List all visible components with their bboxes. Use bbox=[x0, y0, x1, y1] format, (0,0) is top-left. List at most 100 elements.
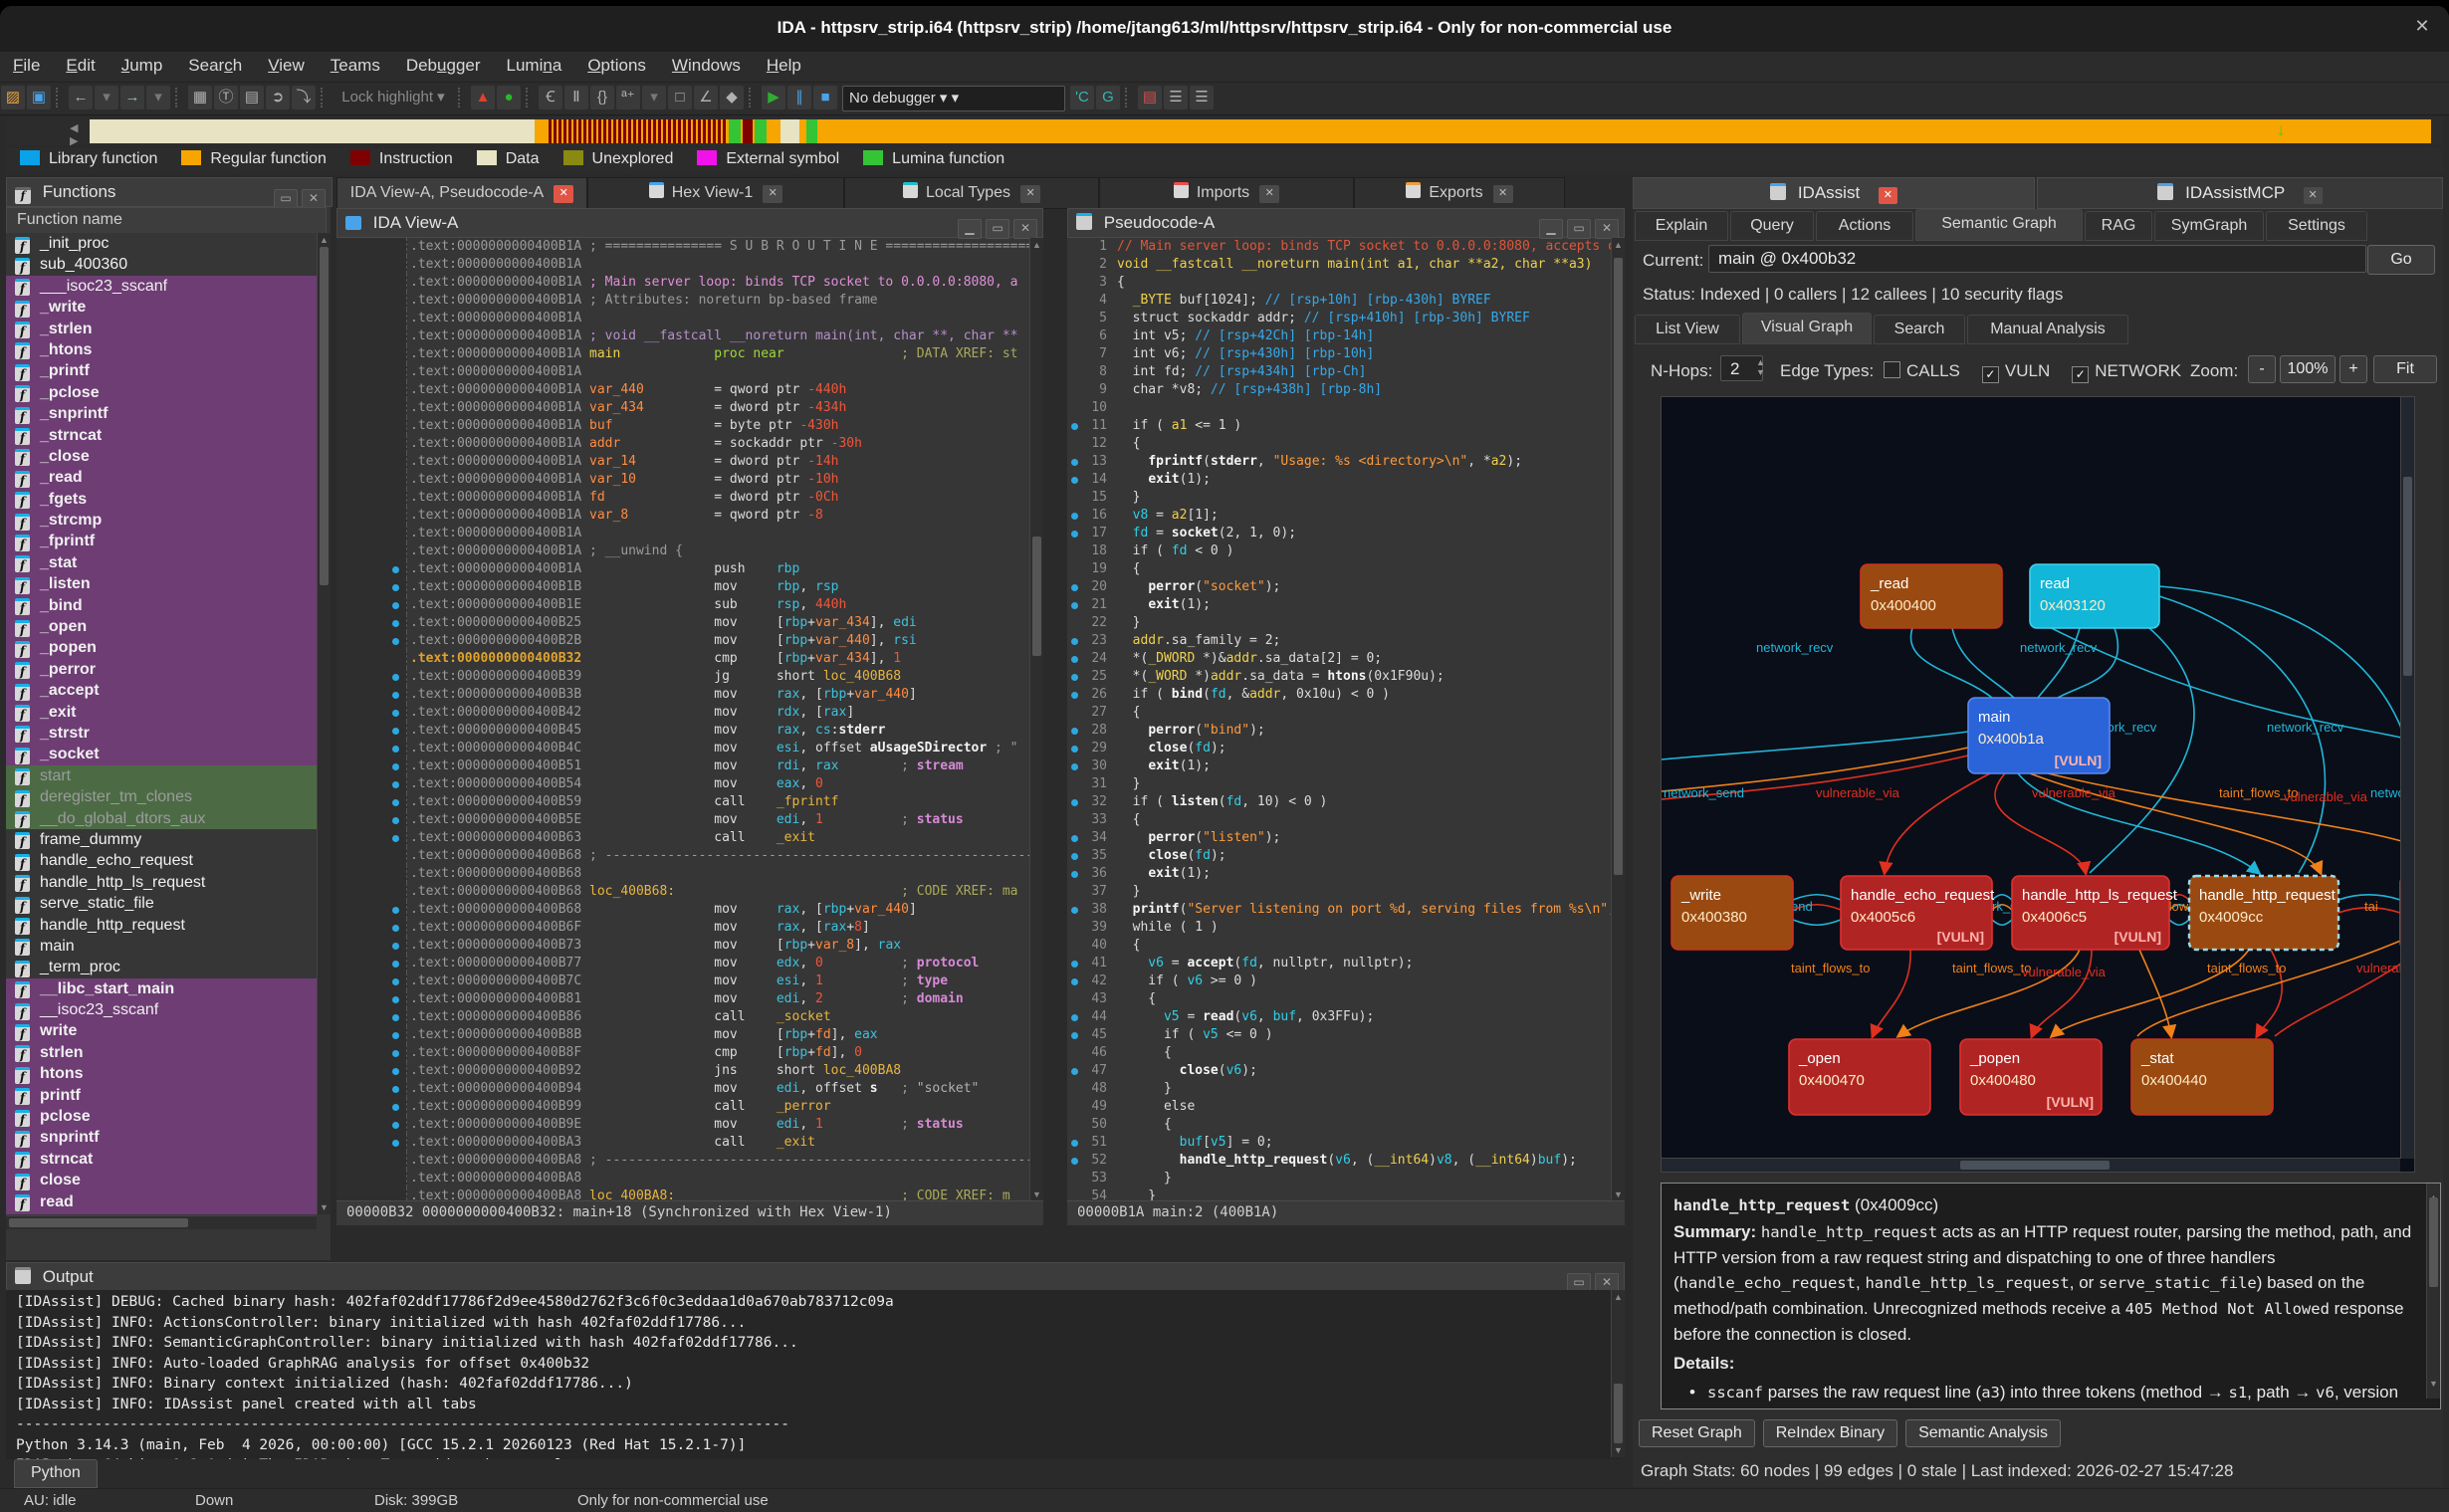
pseudocode-line[interactable]: 24 *(_DWORD *)&addr.sa_data[2] = 0; bbox=[1067, 650, 1611, 668]
asm-gutter[interactable] bbox=[336, 489, 407, 507]
asm-gutter[interactable] bbox=[336, 507, 407, 525]
pseudocode-line[interactable]: 27 { bbox=[1067, 704, 1611, 722]
asm-gutter[interactable] bbox=[336, 525, 407, 542]
asm-line[interactable]: .text:0000000000400B7C mov esi, 1 ; type bbox=[336, 972, 1029, 990]
asm-line[interactable]: .text:0000000000400B1A buf = byte ptr -4… bbox=[336, 417, 1029, 435]
asm-breakpoint-dot[interactable] bbox=[392, 710, 399, 717]
pseudocode-line[interactable]: 5 struct sockaddr addr; // [rsp+410h] [r… bbox=[1067, 310, 1611, 327]
asm-breakpoint-dot[interactable] bbox=[392, 763, 399, 770]
pseudocode-line[interactable]: 37 } bbox=[1067, 883, 1611, 901]
assist-tab-query[interactable]: Query bbox=[1730, 211, 1814, 241]
asm-gutter[interactable] bbox=[336, 811, 407, 829]
idassist-tab[interactable]: IDAssist ✕ bbox=[1633, 177, 2035, 209]
asm-line[interactable]: .text:0000000000400B81 mov edi, 2 ; doma… bbox=[336, 990, 1029, 1008]
pseudocode-line[interactable]: 32 if ( listen(fd, 10) < 0 ) bbox=[1067, 793, 1611, 811]
semantic-analysis-button[interactable]: Semantic Analysis bbox=[1905, 1419, 2061, 1447]
asm-breakpoint-dot[interactable] bbox=[392, 925, 399, 932]
graph-node-ls[interactable]: handle_http_ls_request0x4006c5[VULN] bbox=[2012, 876, 2178, 950]
asm-line[interactable]: .text:0000000000400B1A var_434 = dword p… bbox=[336, 399, 1029, 417]
pseudocode-line[interactable]: 25 *(_WORD *)addr.sa_data = htons(0x1F90… bbox=[1067, 668, 1611, 686]
asm-gutter[interactable] bbox=[336, 435, 407, 453]
pseudocode-line[interactable]: 15 } bbox=[1067, 489, 1611, 507]
pause-process-icon[interactable]: ∥ bbox=[787, 86, 811, 109]
asm-line[interactable]: .text:0000000000400B1A ; __unwind { bbox=[336, 542, 1029, 560]
attach-icon[interactable]: 'C bbox=[1070, 86, 1094, 109]
pseudocode-line[interactable]: 39 while ( 1 ) bbox=[1067, 919, 1611, 937]
asm-breakpoint-dot[interactable] bbox=[392, 1122, 399, 1129]
function-list-item[interactable]: f_bind bbox=[6, 595, 317, 616]
assist-tab-settings[interactable]: Settings bbox=[2266, 211, 2367, 241]
asm-line[interactable]: .text:0000000000400B1A bbox=[336, 525, 1029, 542]
pseudocode-line[interactable]: 43 { bbox=[1067, 990, 1611, 1008]
ida-view-close-icon[interactable]: ✕ bbox=[1013, 219, 1037, 239]
nhops-spin-icons[interactable]: ▲▼ bbox=[1756, 357, 1765, 377]
asm-breakpoint-dot[interactable] bbox=[392, 907, 399, 914]
idassist-tab-close-icon[interactable]: ✕ bbox=[1879, 187, 1897, 204]
asm-line[interactable]: .text:0000000000400B2B mov [rbp+var_440]… bbox=[336, 632, 1029, 650]
function-list-item[interactable]: f_strlen bbox=[6, 319, 317, 339]
menu-search[interactable]: Search bbox=[175, 52, 255, 80]
asm-line[interactable]: .text:0000000000400B68 ; ---------------… bbox=[336, 847, 1029, 865]
asm-gutter[interactable] bbox=[336, 865, 407, 883]
graph-hscrollbar[interactable] bbox=[1662, 1158, 2400, 1172]
asm-gutter[interactable] bbox=[336, 1044, 407, 1062]
asm-breakpoint-dot[interactable] bbox=[392, 602, 399, 609]
asm-gutter[interactable] bbox=[336, 310, 407, 327]
pseudocode-title[interactable]: Pseudocode-A ▁▭✕ bbox=[1067, 208, 1625, 238]
asm-line[interactable]: .text:0000000000400B68 bbox=[336, 865, 1029, 883]
asm-gutter[interactable] bbox=[336, 1026, 407, 1044]
asm-line[interactable]: .text:0000000000400B86 call _socket bbox=[336, 1008, 1029, 1026]
edge-type-calls[interactable]: CALLS bbox=[1884, 361, 1960, 380]
function-list-item[interactable]: f_listen bbox=[6, 573, 317, 594]
pseudocode-line[interactable]: 2void __fastcall __noreturn main(int a1,… bbox=[1067, 256, 1611, 274]
pseudocode-line[interactable]: 34 perror("listen"); bbox=[1067, 829, 1611, 847]
asm-gutter[interactable] bbox=[336, 650, 407, 668]
edge-type-vuln[interactable]: ✓VULN bbox=[1982, 361, 2050, 380]
asm-gutter[interactable] bbox=[336, 1062, 407, 1080]
asm-gutter[interactable] bbox=[336, 256, 407, 274]
asm-line[interactable]: .text:0000000000400B5E mov edi, 1 ; stat… bbox=[336, 811, 1029, 829]
pseudocode-line[interactable]: 8 int fd; // [rsp+434h] [rbp-Ch] bbox=[1067, 363, 1611, 381]
edge-type-network[interactable]: ✓NETWORK bbox=[2072, 361, 2181, 380]
asm-line[interactable]: .text:0000000000400B45 mov rax, cs:stder… bbox=[336, 722, 1029, 740]
asm-gutter[interactable] bbox=[336, 560, 407, 578]
graph-node-popen[interactable]: _popen0x400480[VULN] bbox=[1960, 1039, 2102, 1115]
function-list-item[interactable]: f_init_proc bbox=[6, 233, 317, 254]
asm-gutter[interactable] bbox=[336, 901, 407, 919]
function-list-item[interactable]: fhandle_http_request bbox=[6, 915, 317, 936]
open-file-icon[interactable]: ▨ bbox=[1, 86, 25, 109]
asm-line[interactable]: .text:0000000000400BA8 bbox=[336, 1170, 1029, 1188]
assist-subtab-manual-analysis[interactable]: Manual Analysis bbox=[1967, 315, 2128, 344]
function-list-item[interactable]: f___isoc23_sscanf bbox=[6, 276, 317, 297]
function-list-item[interactable]: f_fgets bbox=[6, 489, 317, 510]
asm-gutter[interactable] bbox=[336, 327, 407, 345]
ida-view-title[interactable]: IDA View-A ▁▭✕ bbox=[336, 208, 1043, 238]
function-list-item[interactable]: f__do_global_dtors_aux bbox=[6, 808, 317, 829]
function-list-item[interactable]: f_open bbox=[6, 616, 317, 637]
asm-line[interactable]: .text:0000000000400B1A push rbp bbox=[336, 560, 1029, 578]
keyboard-icon[interactable]: ▤ bbox=[240, 86, 264, 109]
function-list-item[interactable]: f_term_proc bbox=[6, 957, 317, 977]
function-list-item[interactable]: f_exit bbox=[6, 702, 317, 723]
function-list-item[interactable]: fstrlen bbox=[6, 1042, 317, 1063]
pseudocode-line[interactable]: 4 _BYTE buf[1024]; // [rsp+10h] [rbp-430… bbox=[1067, 292, 1611, 310]
asm-breakpoint-dot[interactable] bbox=[392, 996, 399, 1003]
pseudocode-line[interactable]: 49 else bbox=[1067, 1098, 1611, 1116]
asm-gutter[interactable] bbox=[336, 740, 407, 757]
function-list-item[interactable]: fhandle_http_ls_request bbox=[6, 872, 317, 893]
asm-line[interactable]: .text:0000000000400BA3 call _exit bbox=[336, 1134, 1029, 1152]
pseudocode-line[interactable]: 17 fd = socket(2, 1, 0); bbox=[1067, 525, 1611, 542]
asm-breakpoint-dot[interactable] bbox=[392, 584, 399, 591]
pseudocode-line[interactable]: 40 { bbox=[1067, 937, 1611, 955]
asm-breakpoint-dot[interactable] bbox=[392, 1086, 399, 1093]
asm-line[interactable]: .text:0000000000400B94 mov edi, offset s… bbox=[336, 1080, 1029, 1098]
save-icon[interactable]: ▣ bbox=[27, 86, 51, 109]
asm-breakpoint-dot[interactable] bbox=[392, 1104, 399, 1111]
function-name-column-header[interactable]: Function name bbox=[6, 207, 327, 234]
asm-gutter[interactable] bbox=[336, 471, 407, 489]
goto-icon[interactable]: ➲ bbox=[266, 86, 290, 109]
asm-breakpoint-dot[interactable] bbox=[392, 1068, 399, 1075]
pseudocode-line[interactable]: 47 close(v6); bbox=[1067, 1062, 1611, 1080]
asm-gutter[interactable] bbox=[336, 1170, 407, 1188]
asm-gutter[interactable] bbox=[336, 453, 407, 471]
